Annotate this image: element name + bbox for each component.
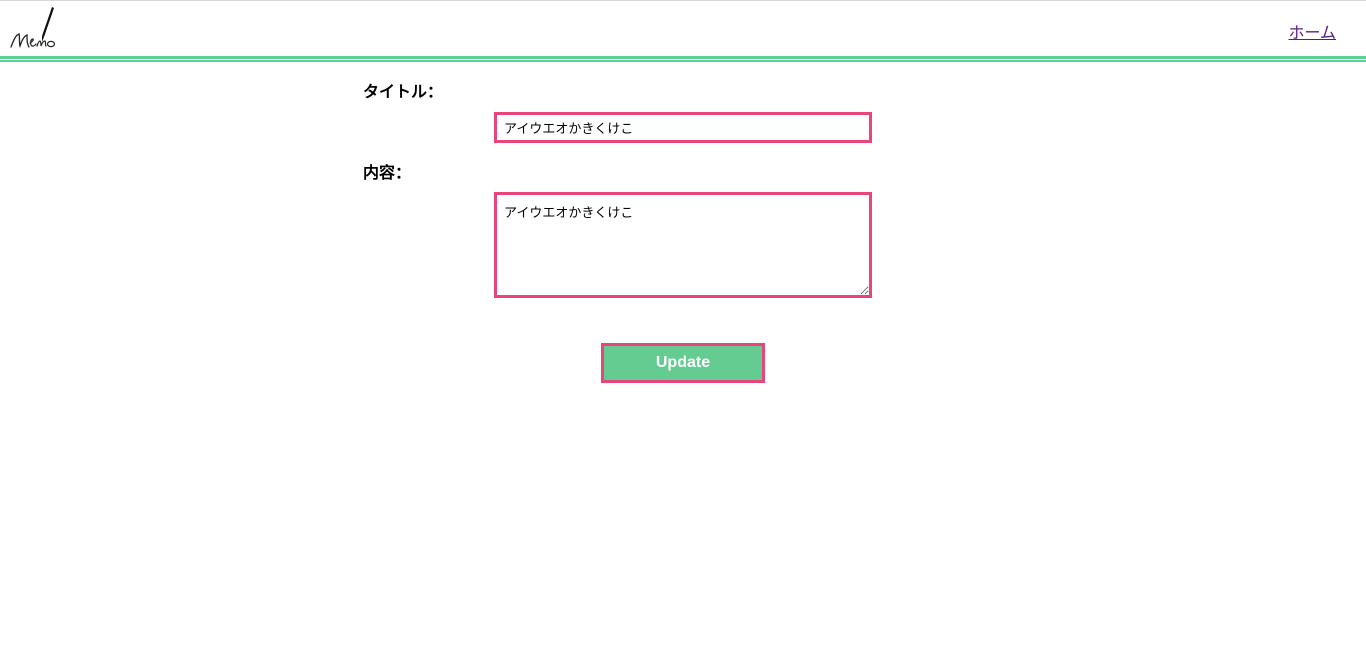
memo-logo[interactable] (8, 5, 64, 51)
header-divider-bottom (0, 60, 1366, 62)
update-button[interactable]: Update (601, 343, 765, 383)
content-textarea[interactable]: アイウエオかきくけこ (494, 192, 872, 298)
header-divider-top (0, 56, 1366, 59)
pen-icon (10, 7, 56, 49)
header-bar: ホーム (0, 0, 1366, 58)
content-label: 内容： (363, 163, 412, 182)
home-link[interactable]: ホーム (1288, 19, 1336, 43)
title-label: タイトル： (363, 82, 444, 101)
title-input[interactable] (494, 112, 872, 143)
